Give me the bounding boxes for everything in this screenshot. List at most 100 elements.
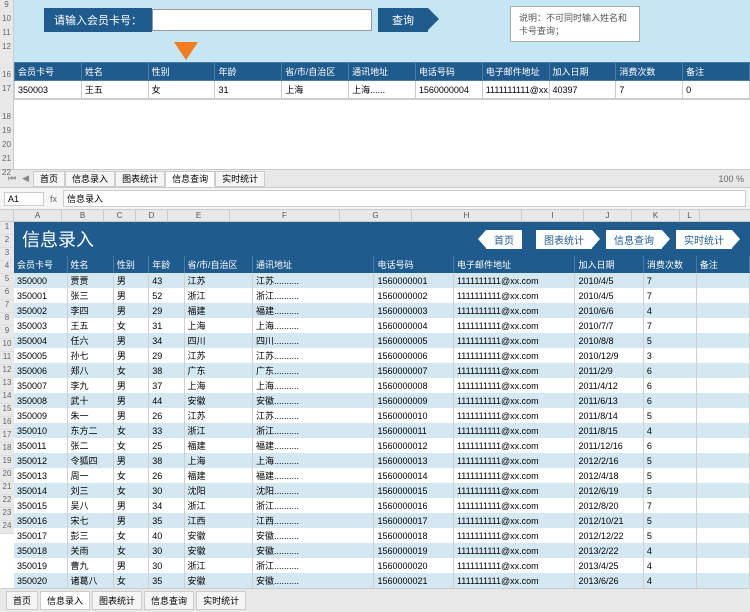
data-cell[interactable]: 上海 xyxy=(184,318,252,333)
col-header[interactable]: K xyxy=(632,210,680,221)
data-cell[interactable]: 2010/8/8 xyxy=(575,333,643,348)
data-cell[interactable] xyxy=(696,513,749,528)
data-cell[interactable]: 周一 xyxy=(67,468,113,483)
data-cell[interactable] xyxy=(696,318,749,333)
table-row[interactable]: 350017彭三女40安徽安徽..........156000001811111… xyxy=(14,528,750,543)
data-cell[interactable]: 2010/4/5 xyxy=(575,288,643,303)
data-cell[interactable] xyxy=(696,468,749,483)
result-cell[interactable]: 1560000004 xyxy=(415,81,482,99)
data-cell[interactable] xyxy=(696,483,749,498)
data-cell[interactable]: 5 xyxy=(643,528,696,543)
data-cell[interactable]: 安徽.......... xyxy=(253,528,374,543)
data-cell[interactable] xyxy=(696,453,749,468)
data-cell[interactable]: 女 xyxy=(113,438,148,453)
data-cell[interactable]: 沈阳.......... xyxy=(253,483,374,498)
data-cell[interactable]: 安徽.......... xyxy=(253,393,374,408)
data-cell[interactable] xyxy=(696,498,749,513)
data-cell[interactable]: 2012/2/16 xyxy=(575,453,643,468)
data-cell[interactable]: 4 xyxy=(643,573,696,588)
data-cell[interactable]: 2011/6/13 xyxy=(575,393,643,408)
data-cell[interactable]: 6 xyxy=(643,378,696,393)
data-cell[interactable]: 王五 xyxy=(67,318,113,333)
data-cell[interactable]: 350018 xyxy=(14,543,67,558)
data-cell[interactable]: 1111111111@xx.com xyxy=(453,468,574,483)
data-cell[interactable]: 43 xyxy=(149,273,184,288)
data-cell[interactable]: 5 xyxy=(643,333,696,348)
result-cell[interactable]: 0 xyxy=(683,81,750,99)
data-cell[interactable]: 1560000004 xyxy=(374,318,454,333)
result-cell[interactable]: 王五 xyxy=(81,81,148,99)
data-cell[interactable]: 1560000005 xyxy=(374,333,454,348)
sheet-tab[interactable]: 信息录入 xyxy=(65,171,115,187)
data-cell[interactable]: 2011/8/15 xyxy=(575,423,643,438)
data-cell[interactable]: 30 xyxy=(149,483,184,498)
data-cell[interactable]: 女 xyxy=(113,528,148,543)
data-cell[interactable]: 男 xyxy=(113,408,148,423)
tab-nav-prev[interactable]: ◀ xyxy=(20,173,31,184)
nav-chart-button[interactable]: 图表统计 xyxy=(536,230,592,249)
data-cell[interactable]: 2012/12/22 xyxy=(575,528,643,543)
data-cell[interactable]: 1111111111@xx.com xyxy=(453,483,574,498)
data-cell[interactable]: 350002 xyxy=(14,303,67,318)
data-cell[interactable]: 1560000009 xyxy=(374,393,454,408)
data-cell[interactable]: 浙江.......... xyxy=(253,558,374,573)
data-cell[interactable]: 44 xyxy=(149,393,184,408)
col-header[interactable]: H xyxy=(412,210,522,221)
data-cell[interactable]: 1560000019 xyxy=(374,543,454,558)
table-row[interactable]: 350018关雨女30安徽安徽..........156000001911111… xyxy=(14,543,750,558)
data-cell[interactable]: 1111111111@xx.com xyxy=(453,393,574,408)
data-cell[interactable]: 1111111111@xx.com xyxy=(453,378,574,393)
data-cell[interactable]: 广东 xyxy=(184,363,252,378)
data-cell[interactable]: 李四 xyxy=(67,303,113,318)
data-cell[interactable]: 34 xyxy=(149,333,184,348)
data-cell[interactable]: 350016 xyxy=(14,513,67,528)
sheet-tab[interactable]: 信息查询 xyxy=(144,591,194,610)
data-cell[interactable]: 浙江.......... xyxy=(253,288,374,303)
data-cell[interactable]: 2012/4/18 xyxy=(575,468,643,483)
data-cell[interactable]: 5 xyxy=(643,513,696,528)
sheet-tab[interactable]: 首页 xyxy=(6,591,38,610)
data-cell[interactable]: 26 xyxy=(149,408,184,423)
col-header[interactable]: D xyxy=(136,210,168,221)
data-cell[interactable]: 宋七 xyxy=(67,513,113,528)
col-header[interactable]: J xyxy=(584,210,632,221)
table-row[interactable]: 350004任六男34四川四川..........156000000511111… xyxy=(14,333,750,348)
data-cell[interactable]: 江苏 xyxy=(184,273,252,288)
data-cell[interactable]: 2010/7/7 xyxy=(575,318,643,333)
data-cell[interactable]: 1560000018 xyxy=(374,528,454,543)
sheet-tab[interactable]: 信息录入 xyxy=(40,591,90,610)
result-cell[interactable]: 上海...... xyxy=(349,81,416,99)
data-cell[interactable]: 350006 xyxy=(14,363,67,378)
data-cell[interactable]: 1111111111@xx.com xyxy=(453,453,574,468)
table-row[interactable]: 350020诸葛八女35安徽安徽..........15600000211111… xyxy=(14,573,750,588)
data-cell[interactable]: 1560000014 xyxy=(374,468,454,483)
data-cell[interactable]: 1560000015 xyxy=(374,483,454,498)
data-cell[interactable]: 2011/8/14 xyxy=(575,408,643,423)
data-cell[interactable]: 5 xyxy=(643,468,696,483)
sheet-tab[interactable]: 信息查询 xyxy=(165,171,215,187)
data-cell[interactable]: 350017 xyxy=(14,528,67,543)
nav-home-button[interactable]: 首页 xyxy=(486,230,522,249)
sheet-tab[interactable]: 图表统计 xyxy=(115,171,165,187)
data-cell[interactable]: 1111111111@xx.com xyxy=(453,423,574,438)
data-cell[interactable] xyxy=(696,438,749,453)
data-cell[interactable] xyxy=(696,363,749,378)
data-cell[interactable] xyxy=(696,408,749,423)
data-cell[interactable] xyxy=(696,378,749,393)
data-cell[interactable]: 2013/6/26 xyxy=(575,573,643,588)
data-cell[interactable]: 彭三 xyxy=(67,528,113,543)
table-row[interactable]: 350002李四男29福建福建..........156000000311111… xyxy=(14,303,750,318)
data-cell[interactable]: 女 xyxy=(113,363,148,378)
data-cell[interactable]: 350020 xyxy=(14,573,67,588)
nav-realtime-button[interactable]: 实时统计 xyxy=(676,230,732,249)
data-cell[interactable] xyxy=(696,558,749,573)
table-row[interactable]: 350013周一女26福建福建..........156000001411111… xyxy=(14,468,750,483)
table-row[interactable]: 350001张三男52浙江浙江..........156000000211111… xyxy=(14,288,750,303)
data-cell[interactable]: 350015 xyxy=(14,498,67,513)
data-cell[interactable]: 350012 xyxy=(14,453,67,468)
data-cell[interactable]: 35 xyxy=(149,513,184,528)
data-cell[interactable] xyxy=(696,288,749,303)
data-cell[interactable]: 1111111111@xx.com xyxy=(453,288,574,303)
data-cell[interactable]: 安徽 xyxy=(184,573,252,588)
data-cell[interactable]: 上海.......... xyxy=(253,318,374,333)
